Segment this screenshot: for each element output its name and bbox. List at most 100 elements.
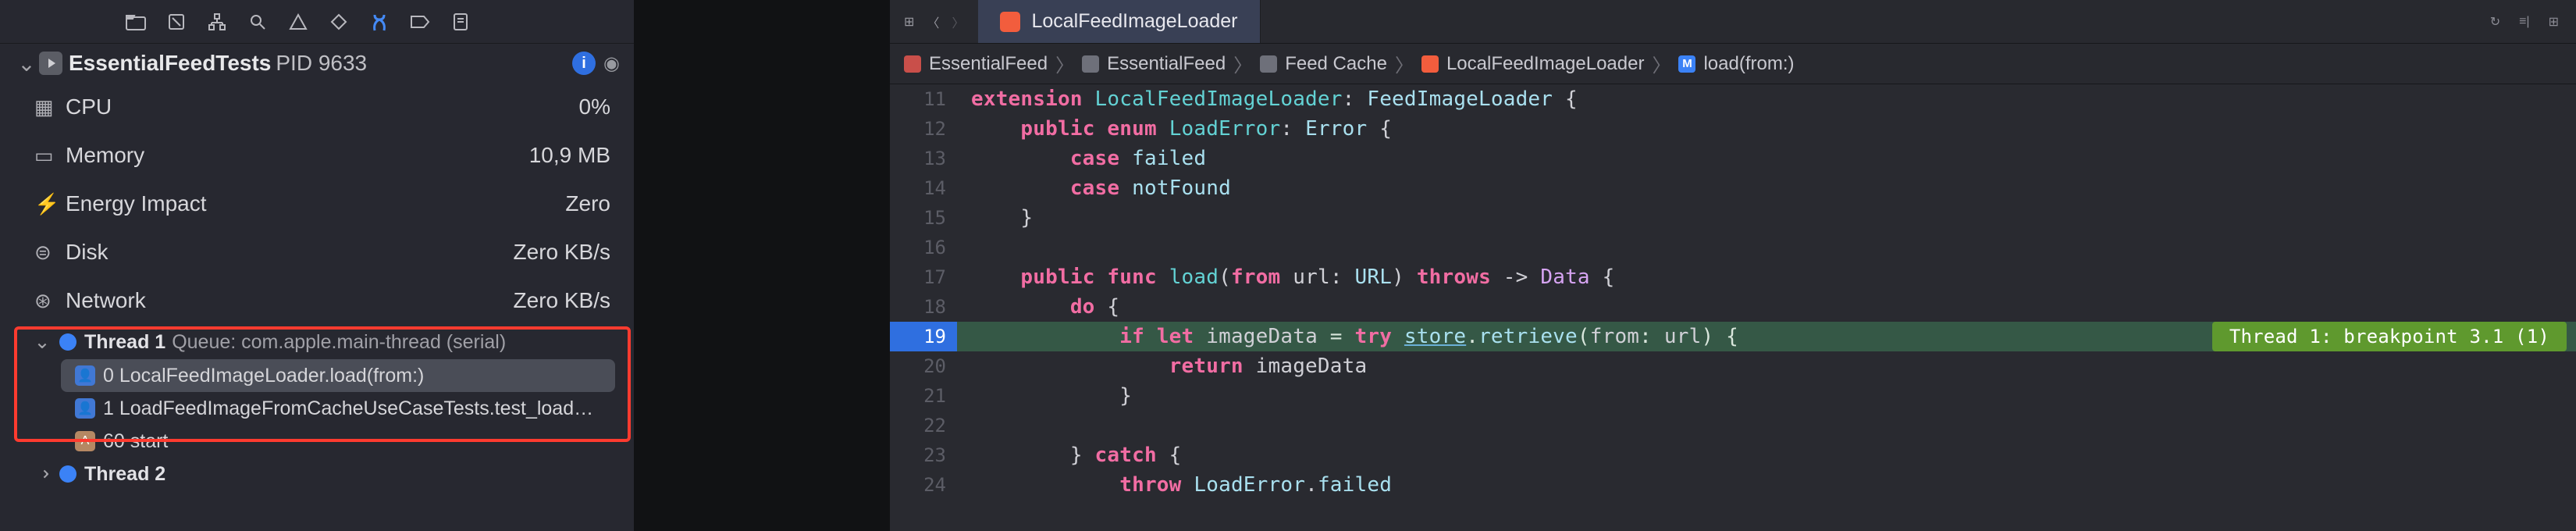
chevron-right-icon[interactable]: ⌄ — [30, 465, 54, 483]
process-row[interactable]: ⌄ EssentialFeedTests PID 9633 i ◉ — [0, 44, 634, 83]
symbol-icon[interactable] — [206, 11, 228, 33]
process-icon — [39, 52, 62, 75]
frame-index: 1 — [103, 397, 114, 420]
gauge-label: CPU — [66, 94, 579, 119]
stack-frame-0[interactable]: 👤 0 LocalFeedImageLoader.load(from:) — [61, 359, 615, 392]
source-control-icon[interactable] — [165, 11, 187, 33]
gauge-value: 0% — [579, 94, 634, 119]
breakpoint-icon[interactable] — [409, 11, 431, 33]
gauges: ▦ CPU 0% ▭ Memory 10,9 MB ⚡ Energy Impac… — [0, 83, 634, 325]
gauge-cpu[interactable]: ▦ CPU 0% — [34, 83, 634, 131]
search-icon[interactable] — [247, 11, 269, 33]
jump-seg[interactable]: Feed Cache — [1285, 53, 1387, 75]
process-pid: PID 9633 — [276, 51, 367, 76]
line-number[interactable]: 11 — [890, 84, 957, 114]
collapsed-pane — [634, 0, 890, 531]
gauge-label: Energy Impact — [66, 191, 565, 216]
line-number[interactable]: 13 — [890, 144, 957, 173]
network-icon: ⊛ — [34, 289, 66, 313]
line-number[interactable]: 20 — [890, 351, 957, 381]
line-number-current[interactable]: 19 — [890, 322, 957, 351]
project-icon — [904, 55, 921, 73]
line-gutter[interactable]: 11 12 13 14 15 16 17 18 19 20 21 22 23 2… — [890, 84, 957, 531]
file-tab-label: LocalFeedImageLoader — [1031, 10, 1237, 33]
grid-icon[interactable]: ⊞ — [904, 14, 914, 30]
code-area: 11 12 13 14 15 16 17 18 19 20 21 22 23 2… — [890, 84, 2576, 531]
line-number[interactable]: 23 — [890, 440, 957, 470]
jump-seg[interactable]: LocalFeedImageLoader — [1446, 53, 1645, 75]
line-number[interactable]: 18 — [890, 292, 957, 322]
disk-icon: ⊜ — [34, 241, 66, 265]
chevron-right-icon: 〉 — [1233, 50, 1252, 77]
gauge-disk[interactable]: ⊜ Disk Zero KB/s — [34, 228, 634, 276]
refresh-icon[interactable]: ↻ — [2490, 14, 2500, 30]
code-text[interactable]: extension LocalFeedImageLoader: FeedImag… — [957, 84, 2576, 531]
process-name: EssentialFeedTests — [69, 51, 271, 76]
thread-queue: Queue: com.apple.main-thread (serial) — [172, 331, 506, 354]
cpu-icon: ▦ — [34, 95, 66, 119]
folder-icon — [1260, 55, 1277, 73]
gauge-label: Network — [66, 288, 514, 313]
gauge-label: Memory — [66, 143, 529, 168]
chevron-down-icon[interactable]: ⌄ — [17, 51, 36, 77]
line-number[interactable]: 21 — [890, 381, 957, 411]
back-icon[interactable]: 〈 — [927, 12, 939, 31]
memory-icon: ▭ — [34, 144, 66, 168]
thread-2[interactable]: ⌄ Thread 2 — [0, 458, 634, 490]
frame-label: 60 start — [103, 430, 168, 453]
stack-frame-1[interactable]: 👤 1 LoadFeedImageFromCacheUseCaseTests.t… — [61, 392, 615, 425]
folder-icon — [1082, 55, 1099, 73]
asm-frame-icon: A — [75, 431, 95, 451]
debug-icon[interactable] — [368, 11, 390, 33]
jump-seg[interactable]: EssentialFeed — [1107, 53, 1226, 75]
issues-icon[interactable] — [287, 11, 309, 33]
method-icon: M — [1678, 55, 1695, 73]
gauge-network[interactable]: ⊛ Network Zero KB/s — [34, 276, 634, 325]
view-options-icon[interactable]: ◉ — [603, 52, 620, 75]
gauge-value: 10,9 MB — [529, 143, 634, 168]
thread-name: Thread 1 — [84, 331, 165, 354]
frame-label: LocalFeedImageLoader.load(from:) — [119, 365, 425, 387]
thread-icon — [59, 333, 76, 351]
line-number[interactable]: 14 — [890, 173, 957, 203]
adjust-icon[interactable]: ≡| — [2519, 15, 2530, 29]
info-badge[interactable]: i — [572, 52, 596, 75]
report-icon[interactable] — [450, 11, 471, 33]
thread-icon — [59, 465, 76, 483]
line-number[interactable]: 17 — [890, 262, 957, 292]
stack-frame-start[interactable]: A 60 start — [61, 425, 615, 458]
gauge-energy[interactable]: ⚡ Energy Impact Zero — [34, 180, 634, 228]
gauge-value: Zero KB/s — [514, 240, 634, 265]
file-tab[interactable]: LocalFeedImageLoader — [978, 0, 1260, 43]
chevron-down-icon[interactable]: ⌄ — [33, 330, 52, 354]
jump-bar[interactable]: EssentialFeed 〉 EssentialFeed 〉 Feed Cac… — [890, 44, 2576, 84]
navigator-toolbar — [0, 0, 634, 44]
gauge-value: Zero — [565, 191, 634, 216]
jump-seg[interactable]: EssentialFeed — [929, 53, 1048, 75]
energy-icon: ⚡ — [34, 192, 66, 216]
line-number[interactable]: 15 — [890, 203, 957, 233]
folder-icon[interactable] — [125, 11, 147, 33]
user-frame-icon: 👤 — [75, 398, 95, 419]
forward-icon[interactable]: 〉 — [952, 12, 964, 31]
gauge-memory[interactable]: ▭ Memory 10,9 MB — [34, 131, 634, 180]
frame-index: 0 — [103, 365, 114, 387]
chevron-right-icon: 〉 — [1395, 50, 1414, 77]
tests-icon[interactable] — [328, 11, 350, 33]
line-number[interactable]: 16 — [890, 233, 957, 262]
thread-1: ⌄ Thread 1 Queue: com.apple.main-thread … — [0, 325, 634, 458]
jump-seg[interactable]: load(from:) — [1703, 53, 1794, 75]
thread-header[interactable]: ⌄ Thread 1 Queue: com.apple.main-thread … — [33, 325, 634, 359]
split-icon[interactable]: ⊞ — [2549, 14, 2559, 30]
line-number[interactable]: 22 — [890, 411, 957, 440]
gauge-value: Zero KB/s — [514, 288, 634, 313]
line-number[interactable]: 24 — [890, 470, 957, 500]
debug-navigator: ⌄ EssentialFeedTests PID 9633 i ◉ ▦ CPU … — [0, 0, 634, 531]
swift-icon — [1000, 12, 1020, 32]
frame-label: LoadFeedImageFromCacheUseCaseTests.test_… — [119, 397, 593, 420]
chevron-right-icon: 〉 — [1652, 50, 1670, 77]
line-number[interactable]: 12 — [890, 114, 957, 144]
swift-icon — [1421, 55, 1439, 73]
breakpoint-annotation[interactable]: Thread 1: breakpoint 3.1 (1) — [2212, 322, 2567, 351]
chevron-right-icon: 〉 — [1055, 50, 1074, 77]
